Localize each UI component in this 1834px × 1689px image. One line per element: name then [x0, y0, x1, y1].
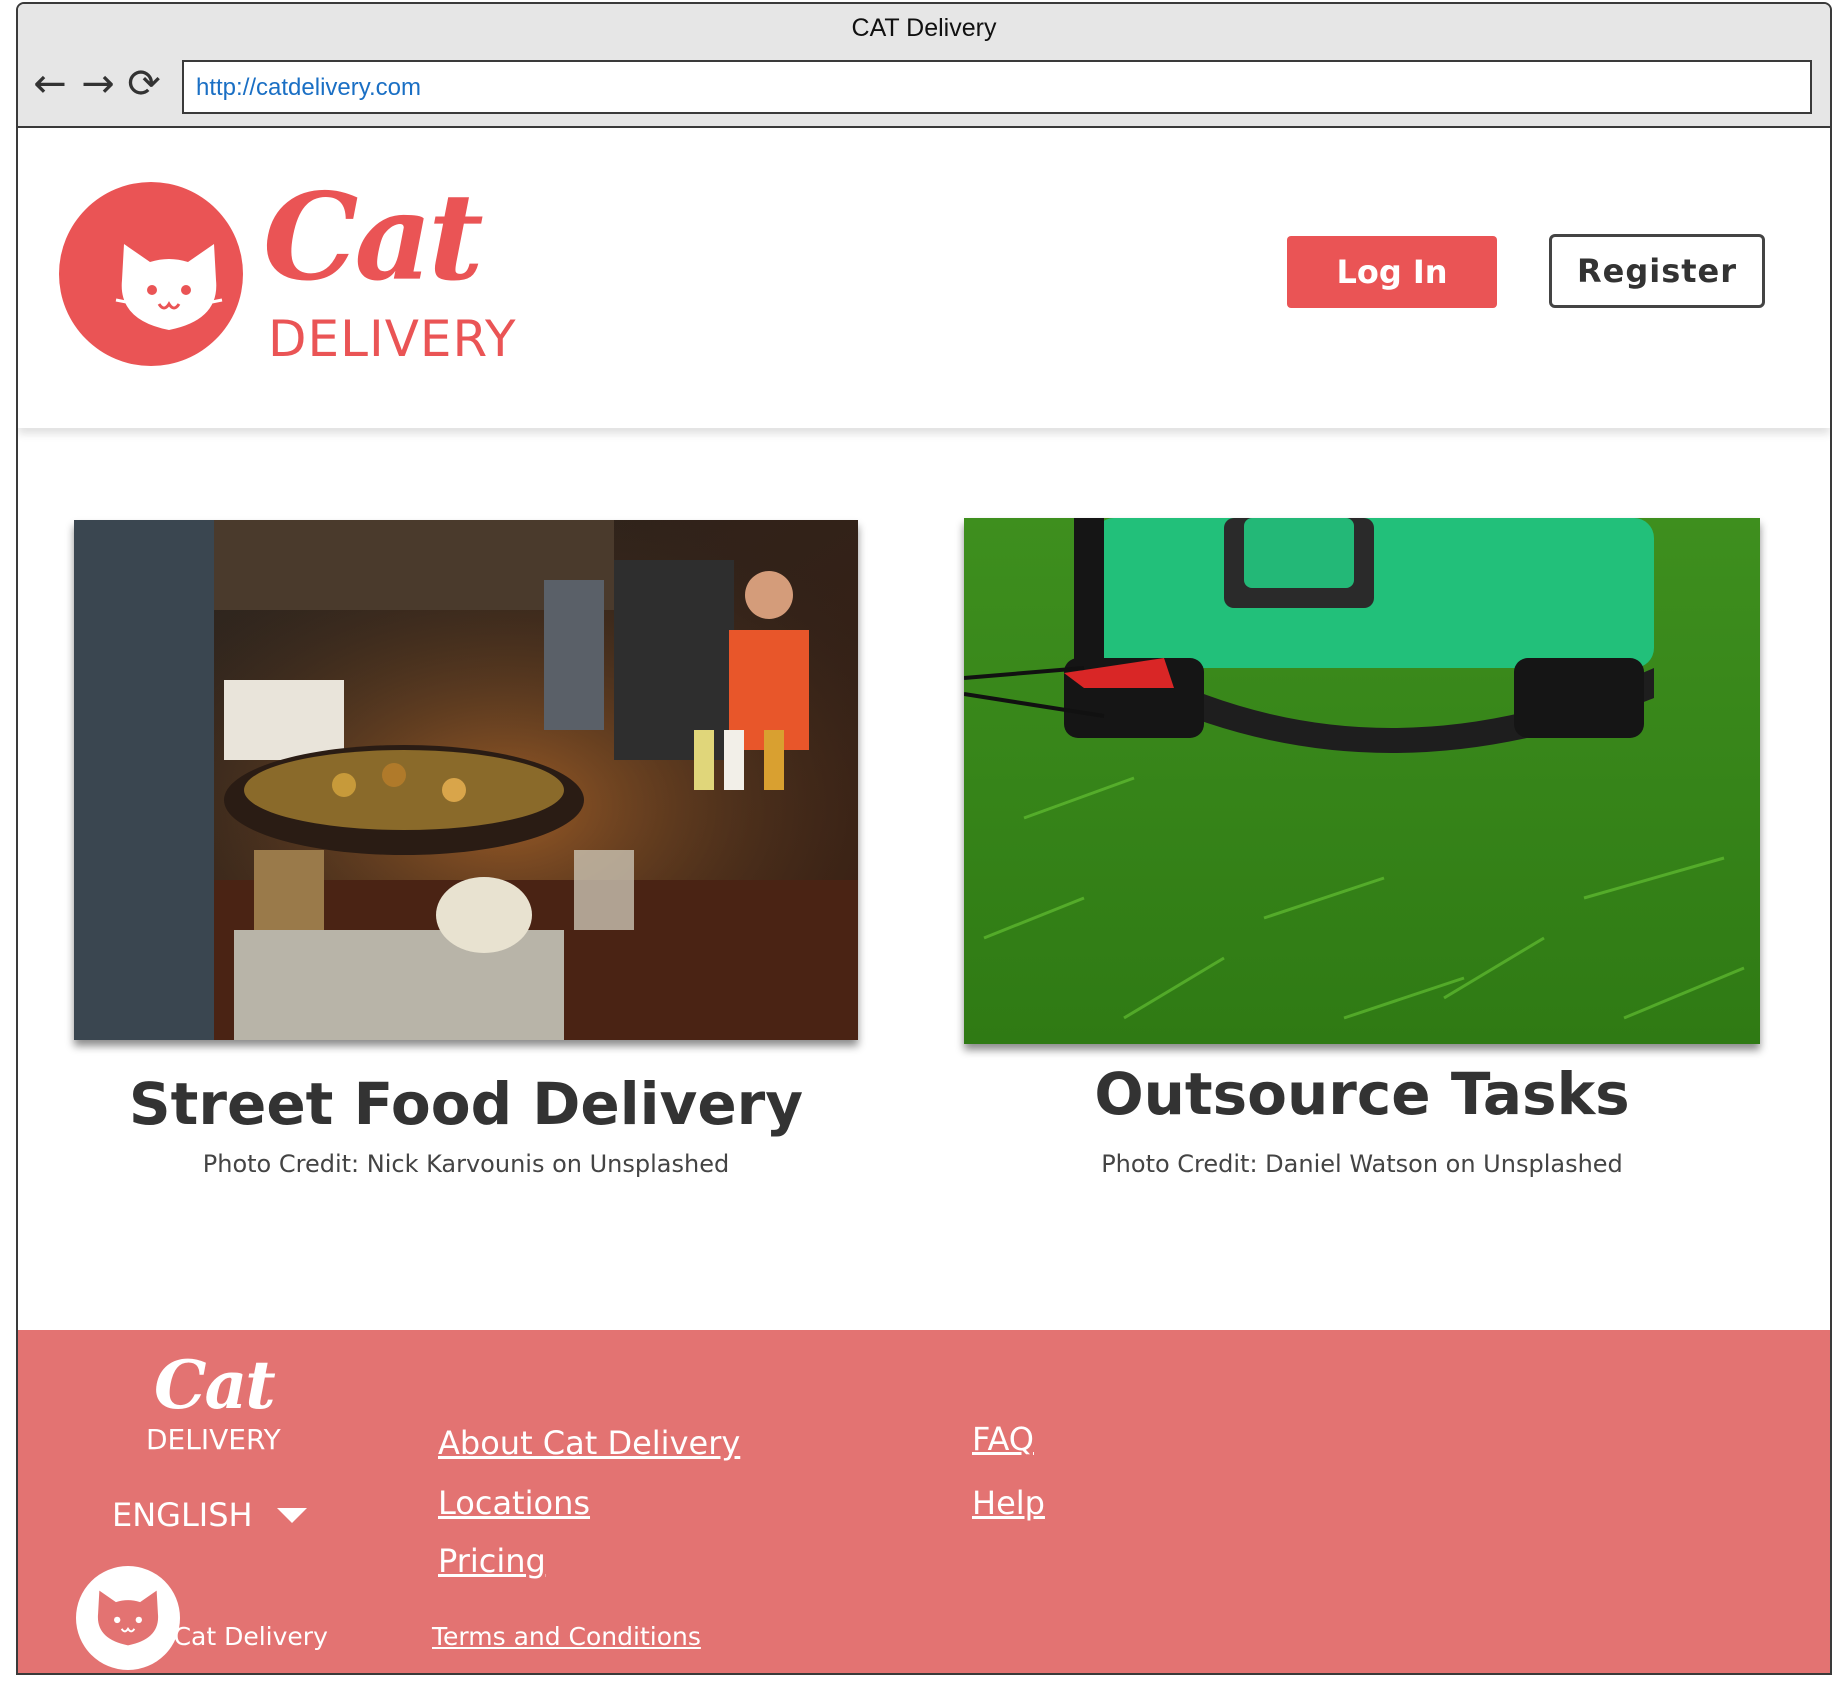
- address-bar[interactable]: http://catdelivery.com: [182, 60, 1812, 114]
- card-credit-street-food: Photo Credit: Nick Karvounis on Unsplash…: [202, 1150, 730, 1178]
- lawn-mower-image: [964, 518, 1760, 1044]
- language-select[interactable]: ENGLISH: [112, 1496, 307, 1534]
- brand-wordmark[interactable]: Cat: [263, 178, 484, 298]
- language-value: ENGLISH: [112, 1496, 253, 1534]
- back-arrow-icon[interactable]: ←: [30, 64, 70, 104]
- footer-link-locations[interactable]: Locations: [438, 1484, 590, 1522]
- cat-face-icon: [97, 1590, 159, 1646]
- card-credit-outsource: Photo Credit: Daniel Watson on Unsplashe…: [1101, 1150, 1623, 1178]
- street-food-image: [74, 520, 858, 1040]
- url-text: http://catdelivery.com: [196, 74, 421, 101]
- browser-titlebar: CAT Delivery ← → ⟳ http://catdelivery.co…: [18, 4, 1830, 128]
- footer-link-faq[interactable]: FAQ: [972, 1420, 1034, 1458]
- card-title-street-food[interactable]: Street Food Delivery: [74, 1070, 858, 1138]
- footer-link-pricing[interactable]: Pricing: [438, 1542, 546, 1580]
- card-title-outsource[interactable]: Outsource Tasks: [964, 1060, 1760, 1128]
- reload-icon[interactable]: ⟳: [124, 64, 164, 104]
- footer-brand-wordmark[interactable]: Cat: [154, 1352, 276, 1418]
- cat-logo-icon[interactable]: [59, 182, 243, 366]
- chevron-down-icon: [276, 1507, 307, 1523]
- street-food-photo[interactable]: [74, 520, 858, 1040]
- site-footer: Cat DELIVERY ENGLISH About Cat Delivery …: [18, 1330, 1830, 1673]
- footer-brand-subtitle: DELIVERY: [146, 1423, 281, 1456]
- forward-arrow-icon[interactable]: →: [78, 64, 118, 104]
- footer-link-about[interactable]: About Cat Delivery: [438, 1424, 740, 1462]
- footer-link-help[interactable]: Help: [972, 1484, 1045, 1522]
- login-button[interactable]: Log In: [1287, 236, 1497, 308]
- register-button[interactable]: Register: [1549, 234, 1765, 308]
- chat-cat-icon[interactable]: [76, 1566, 180, 1670]
- lawn-mower-photo[interactable]: [964, 518, 1760, 1044]
- browser-window: CAT Delivery ← → ⟳ http://catdelivery.co…: [16, 2, 1832, 1675]
- footer-link-terms[interactable]: Terms and Conditions: [432, 1622, 701, 1651]
- window-title: CAT Delivery: [851, 14, 997, 42]
- site-header: Cat DELIVERY Log In Register: [18, 128, 1830, 428]
- cat-face-icon: [115, 244, 223, 330]
- brand-subtitle: DELIVERY: [268, 310, 517, 368]
